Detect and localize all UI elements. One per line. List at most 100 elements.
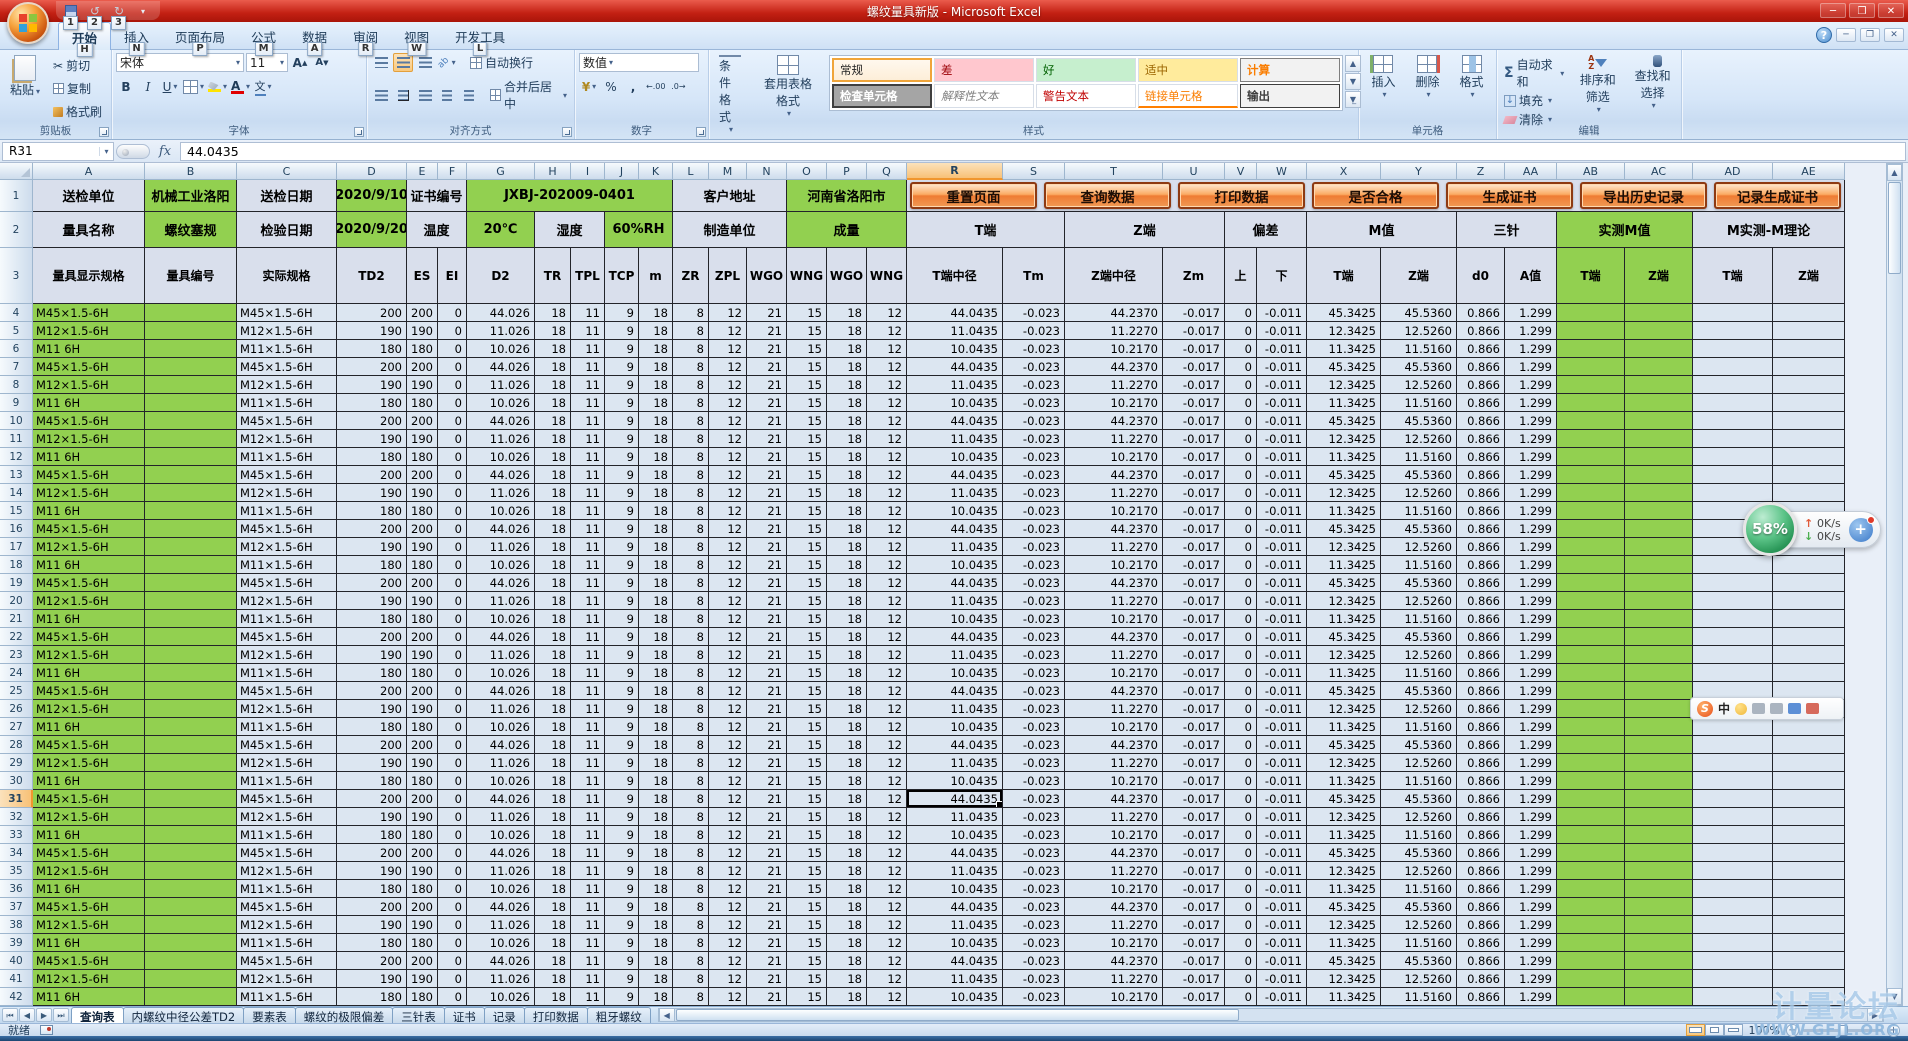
cell-T8[interactable]: 11.2270	[1065, 376, 1163, 394]
cell-F25[interactable]: 0	[438, 682, 467, 700]
cell-K41[interactable]: 18	[639, 970, 673, 988]
cell-R6[interactable]: 10.0435	[907, 340, 1003, 358]
cell-Y23[interactable]: 12.5260	[1381, 646, 1457, 664]
cell-Z24[interactable]: 0.866	[1457, 664, 1505, 682]
cell-H10[interactable]: 18	[535, 412, 571, 430]
cell-X29[interactable]: 12.3425	[1307, 754, 1381, 772]
cell-X36[interactable]: 11.3425	[1307, 880, 1381, 898]
cell-AD9[interactable]	[1693, 394, 1773, 412]
cell-O12[interactable]: 15	[787, 448, 827, 466]
cell-F20[interactable]: 0	[438, 592, 467, 610]
cell-R5[interactable]: 11.0435	[907, 322, 1003, 340]
cell-M41[interactable]: 12	[709, 970, 747, 988]
cell-AE6[interactable]	[1773, 340, 1845, 358]
cell-C36[interactable]: M11×1.5-6H	[237, 880, 337, 898]
cell-Q36[interactable]: 12	[867, 880, 907, 898]
cell-Y5[interactable]: 12.5260	[1381, 322, 1457, 340]
cell-M35[interactable]: 12	[709, 862, 747, 880]
cell-U27[interactable]: -0.017	[1163, 718, 1225, 736]
cell-U26[interactable]: -0.017	[1163, 700, 1225, 718]
cell-O20[interactable]: 15	[787, 592, 827, 610]
cell-P26[interactable]: 18	[827, 700, 867, 718]
cell-K25[interactable]: 18	[639, 682, 673, 700]
cell-AB25[interactable]	[1557, 682, 1625, 700]
cell-V27[interactable]: 0	[1225, 718, 1257, 736]
vertical-scrollbar[interactable]: ▲ ▼	[1886, 163, 1903, 1006]
cell-H18[interactable]: 18	[535, 556, 571, 574]
cell-F24[interactable]: 0	[438, 664, 467, 682]
merged-label-cell[interactable]: M实测-M理论	[1693, 212, 1845, 248]
cell-V11[interactable]: 0	[1225, 430, 1257, 448]
cell-S25[interactable]: -0.023	[1003, 682, 1065, 700]
cell-B25[interactable]	[145, 682, 237, 700]
cell-F21[interactable]: 0	[438, 610, 467, 628]
cell-L4[interactable]: 8	[673, 304, 709, 322]
cell-D38[interactable]: 190	[337, 916, 407, 934]
cell-U8[interactable]: -0.017	[1163, 376, 1225, 394]
cell-AD12[interactable]	[1693, 448, 1773, 466]
cell-T33[interactable]: 10.2170	[1065, 826, 1163, 844]
cell-R15[interactable]: 10.0435	[907, 502, 1003, 520]
cell-Q37[interactable]: 12	[867, 898, 907, 916]
cell-Q27[interactable]: 12	[867, 718, 907, 736]
cell-Z23[interactable]: 0.866	[1457, 646, 1505, 664]
cell-O36[interactable]: 15	[787, 880, 827, 898]
cell-B19[interactable]	[145, 574, 237, 592]
cell-A27[interactable]: M11 6H	[33, 718, 145, 736]
cell-Z12[interactable]: 0.866	[1457, 448, 1505, 466]
cell-Q33[interactable]: 12	[867, 826, 907, 844]
cell-G19[interactable]: 44.026	[467, 574, 535, 592]
align-left-button[interactable]	[371, 86, 391, 105]
cell-A28[interactable]: M45×1.5-6H	[33, 736, 145, 754]
row-header-8[interactable]: 8	[0, 376, 33, 394]
cell-J21[interactable]: 9	[605, 610, 639, 628]
accelerate-button[interactable]: +	[1849, 518, 1873, 542]
cell-A30[interactable]: M11 6H	[33, 772, 145, 790]
close-button[interactable]: ✕	[1878, 3, 1904, 18]
cell-style-neutral[interactable]: 适中	[1138, 58, 1238, 82]
cell-K29[interactable]: 18	[639, 754, 673, 772]
cell-AC7[interactable]	[1625, 358, 1693, 376]
row-header-35[interactable]: 35	[0, 862, 33, 880]
cell-AC20[interactable]	[1625, 592, 1693, 610]
zoom-out-button[interactable]: −	[1786, 1024, 1799, 1037]
cell-AA24[interactable]: 1.299	[1505, 664, 1557, 682]
cell-F39[interactable]: 0	[438, 934, 467, 952]
row-header-41[interactable]: 41	[0, 970, 33, 988]
cell-N18[interactable]: 21	[747, 556, 787, 574]
cell-F19[interactable]: 0	[438, 574, 467, 592]
cell-N37[interactable]: 21	[747, 898, 787, 916]
cell-D14[interactable]: 190	[337, 484, 407, 502]
cell-Z4[interactable]: 0.866	[1457, 304, 1505, 322]
cell-S35[interactable]: -0.023	[1003, 862, 1065, 880]
cell-B36[interactable]	[145, 880, 237, 898]
cell-L22[interactable]: 8	[673, 628, 709, 646]
clipboard-dialog-launcher[interactable]	[99, 127, 109, 137]
cell-S27[interactable]: -0.023	[1003, 718, 1065, 736]
row-header-26[interactable]: 26	[0, 700, 33, 718]
col-title-cell[interactable]: ZR	[673, 248, 709, 304]
cell-O9[interactable]: 15	[787, 394, 827, 412]
cell-T28[interactable]: 44.2370	[1065, 736, 1163, 754]
cell-H4[interactable]: 18	[535, 304, 571, 322]
cell-S13[interactable]: -0.023	[1003, 466, 1065, 484]
cell-B33[interactable]	[145, 826, 237, 844]
cell-L33[interactable]: 8	[673, 826, 709, 844]
cell-H26[interactable]: 18	[535, 700, 571, 718]
increase-decimal-button[interactable]: ←.00	[645, 77, 666, 96]
cell-W17[interactable]: -0.011	[1257, 538, 1307, 556]
chinese-mode-indicator[interactable]: 中	[1718, 700, 1730, 717]
cell-G25[interactable]: 44.026	[467, 682, 535, 700]
cell-F30[interactable]: 0	[438, 772, 467, 790]
cell-AD18[interactable]	[1693, 556, 1773, 574]
cell-B39[interactable]	[145, 934, 237, 952]
col-title-cell[interactable]: WGO	[747, 248, 787, 304]
cell-R26[interactable]: 11.0435	[907, 700, 1003, 718]
cell-A14[interactable]: M12×1.5-6H	[33, 484, 145, 502]
cell-M40[interactable]: 12	[709, 952, 747, 970]
cell-AC35[interactable]	[1625, 862, 1693, 880]
cell-AB22[interactable]	[1557, 628, 1625, 646]
cell-L28[interactable]: 8	[673, 736, 709, 754]
cell-AE33[interactable]	[1773, 826, 1845, 844]
cell-W29[interactable]: -0.011	[1257, 754, 1307, 772]
